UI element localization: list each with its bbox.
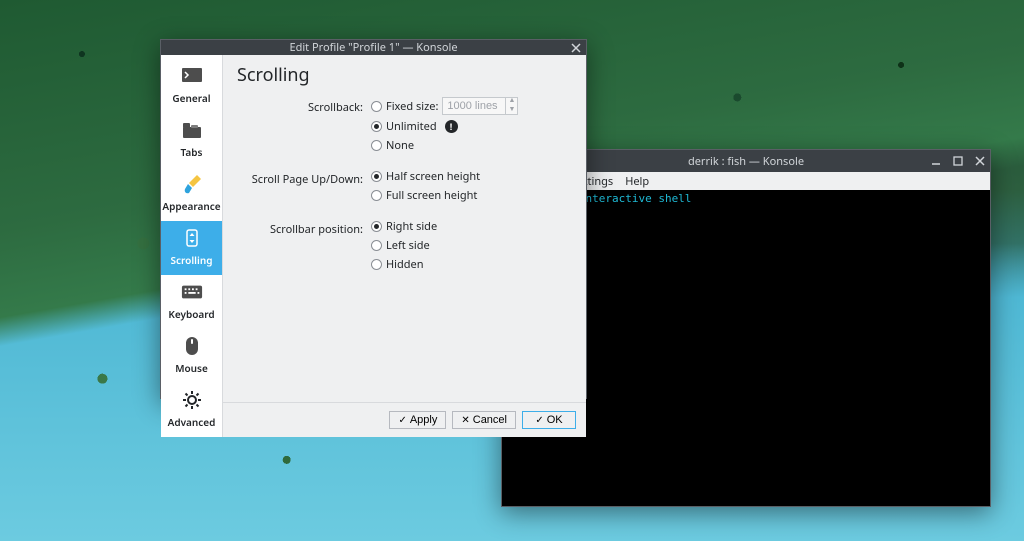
main-panel: Scrolling Scrollback: Fixed size: ▲▼: [223, 55, 586, 437]
info-icon[interactable]: !: [445, 120, 458, 133]
dialog-window-controls: [570, 40, 582, 55]
row-scrollpage: Scroll Page Up/Down: Half screen height …: [223, 169, 572, 203]
option-fixed-size[interactable]: Fixed size: ▲▼: [371, 97, 518, 115]
button-label: Cancel: [473, 414, 507, 426]
radio-right-side[interactable]: [371, 221, 382, 232]
sidebar-item-mouse[interactable]: Mouse: [161, 329, 222, 383]
edit-profile-dialog[interactable]: Edit Profile "Profile 1" — Konsole Gener…: [160, 39, 587, 399]
option-label: Half screen height: [386, 169, 480, 184]
terminal-icon: [181, 65, 203, 87]
sidebar-item-scrolling[interactable]: Scrolling: [161, 221, 222, 275]
brush-icon: [181, 173, 203, 195]
radio-hidden[interactable]: [371, 259, 382, 270]
tabs-icon: [181, 119, 203, 141]
check-icon: ✓: [398, 415, 406, 426]
maximize-icon[interactable]: [952, 155, 964, 167]
sidebar-item-keyboard[interactable]: Keyboard: [161, 275, 222, 329]
keyboard-icon: [181, 281, 203, 303]
sidebar: General Tabs Appearance Scrolling: [161, 55, 223, 437]
konsole-window-controls: [930, 150, 986, 172]
ok-button[interactable]: ✓ OK: [522, 411, 576, 429]
option-unlimited[interactable]: Unlimited !: [371, 119, 518, 134]
mouse-icon: [181, 335, 203, 357]
check-icon: ✓: [535, 415, 543, 426]
sidebar-item-tabs[interactable]: Tabs: [161, 113, 222, 167]
dialog-button-row: ✓ Apply ✕ Cancel ✓ OK: [223, 402, 586, 437]
minimize-icon[interactable]: [930, 155, 942, 167]
option-label: Unlimited: [386, 119, 437, 134]
sidebar-item-label: Scrolling: [171, 253, 213, 267]
fixed-size-input[interactable]: [443, 100, 505, 112]
radio-unlimited[interactable]: [371, 121, 382, 132]
sidebar-item-label: Tabs: [181, 145, 203, 159]
option-label: Right side: [386, 219, 437, 234]
label-scrollpage: Scroll Page Up/Down:: [223, 169, 371, 187]
option-label: Hidden: [386, 257, 424, 272]
option-label: Left side: [386, 238, 430, 253]
radio-left-side[interactable]: [371, 240, 382, 251]
fixed-size-spinbox[interactable]: ▲▼: [442, 97, 518, 115]
radio-none[interactable]: [371, 140, 382, 151]
x-icon: ✕: [461, 415, 469, 426]
sidebar-item-appearance[interactable]: Appearance: [161, 167, 222, 221]
label-scrollback: Scrollback:: [223, 97, 371, 115]
sidebar-item-general[interactable]: General: [161, 59, 222, 113]
sidebar-item-label: Advanced: [168, 415, 216, 429]
sidebar-item-label: Appearance: [162, 199, 220, 213]
sidebar-item-label: General: [172, 91, 210, 105]
menu-help[interactable]: Help: [625, 174, 649, 189]
option-left-side[interactable]: Left side: [371, 238, 437, 253]
close-icon[interactable]: [570, 42, 582, 54]
radio-half-screen[interactable]: [371, 171, 382, 182]
cancel-button[interactable]: ✕ Cancel: [452, 411, 516, 429]
button-label: OK: [547, 414, 563, 426]
radio-fixed-size[interactable]: [371, 101, 382, 112]
page-heading: Scrolling: [223, 55, 586, 97]
sidebar-item-label: Keyboard: [168, 307, 214, 321]
apply-button[interactable]: ✓ Apply: [389, 411, 446, 429]
spin-buttons[interactable]: ▲▼: [505, 97, 517, 115]
option-half-screen[interactable]: Half screen height: [371, 169, 480, 184]
row-scrollbar-position: Scrollbar position: Right side Left side: [223, 219, 572, 272]
close-icon[interactable]: [974, 155, 986, 167]
sidebar-item-label: Mouse: [175, 361, 208, 375]
option-label: Fixed size:: [386, 99, 438, 114]
option-label: Full screen height: [386, 188, 477, 203]
option-label: None: [386, 138, 414, 153]
spin-down-icon: ▼: [506, 106, 517, 115]
button-label: Apply: [410, 414, 438, 426]
radio-full-screen[interactable]: [371, 190, 382, 201]
sidebar-item-advanced[interactable]: Advanced: [161, 383, 222, 437]
option-right-side[interactable]: Right side: [371, 219, 437, 234]
gear-icon: [181, 389, 203, 411]
option-hidden[interactable]: Hidden: [371, 257, 437, 272]
form-area: Scrollback: Fixed size: ▲▼ Un: [223, 97, 586, 402]
label-scrollbar-position: Scrollbar position:: [223, 219, 371, 237]
option-full-screen[interactable]: Full screen height: [371, 188, 480, 203]
option-none[interactable]: None: [371, 138, 518, 153]
dialog-title: Edit Profile "Profile 1" — Konsole: [167, 40, 580, 55]
row-scrollback: Scrollback: Fixed size: ▲▼ Un: [223, 97, 572, 153]
dialog-body: General Tabs Appearance Scrolling: [161, 55, 586, 437]
dialog-titlebar[interactable]: Edit Profile "Profile 1" — Konsole: [161, 40, 586, 55]
scroll-icon: [181, 227, 203, 249]
